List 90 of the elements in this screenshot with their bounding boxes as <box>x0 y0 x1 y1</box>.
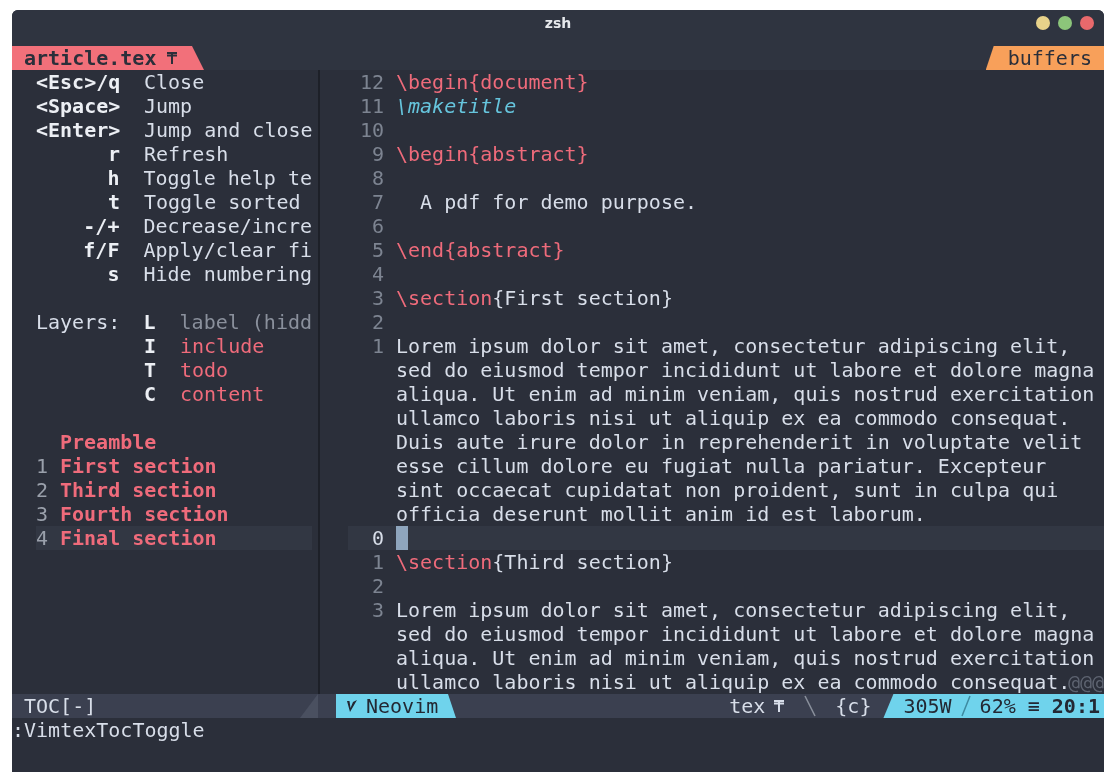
line-number: 2 <box>371 574 384 598</box>
key-label: L <box>143 310 156 334</box>
filetype-label: tex <box>729 694 766 718</box>
help-text: Toggle help te <box>143 166 312 190</box>
key-label: C <box>144 382 156 406</box>
buffers-tab[interactable]: buffers <box>985 46 1104 70</box>
close-button[interactable] <box>1080 16 1094 30</box>
line-number: 5 <box>371 238 384 262</box>
key-label: t <box>106 190 120 214</box>
help-text: Toggle sorted <box>144 190 301 214</box>
code-line: Duis aute irure dolor in reprehenderit in voluptate velit <box>396 430 1083 454</box>
tex-file-icon <box>773 699 786 713</box>
minimize-button[interactable] <box>1036 16 1050 30</box>
entry-number: 2 <box>36 478 49 502</box>
tex-file-icon <box>166 51 179 65</box>
line-number: 7 <box>371 190 384 214</box>
line-number: 8 <box>371 166 384 190</box>
key-label: r <box>106 142 120 166</box>
code-line: officia deserunt mollit anim id est laborum. <box>396 502 926 526</box>
window-title: zsh <box>544 14 572 33</box>
code-line: Lorem ipsum dolor sit amet, consectetur adipiscing elit, <box>396 598 1071 622</box>
file-tab[interactable]: article.tex <box>12 46 204 70</box>
code-line: Lorem ipsum dolor sit amet, consectetur adipiscing elit, <box>396 334 1071 358</box>
help-text: Jump and close <box>144 118 313 142</box>
v-icon <box>346 699 358 713</box>
mode-indicator: Neovim <box>336 694 456 718</box>
line-number: 11 <box>359 94 384 118</box>
line-number: 1 <box>371 550 384 574</box>
toc-entry[interactable]: Fourth section <box>60 502 229 526</box>
word-count: 305W <box>903 694 952 718</box>
code-line: ullamco laboris nisi ut aliquip ex ea commodo consequat. <box>396 406 1071 430</box>
toc-entry[interactable]: 4 Final section <box>36 526 312 550</box>
key-label: <Space> <box>36 94 120 118</box>
entry-number: 1 <box>36 454 49 478</box>
help-text: Hide numbering <box>143 262 312 286</box>
entry-number: 3 <box>36 502 49 526</box>
key-label: h <box>106 166 120 190</box>
code-line: aliqua. Ut enim ad minim veniam, quis nostrud exercitation <box>396 382 1095 406</box>
command-line[interactable]: :VimtexTocToggle <box>12 718 1104 742</box>
code-line: \begin{abstract} <box>396 142 589 166</box>
layer-name[interactable]: content <box>180 382 265 406</box>
code-line: aliqua. Ut enim ad minim veniam, quis nostrud exercitation <box>396 646 1095 670</box>
help-text: Jump <box>144 94 193 118</box>
code-line: A pdf for demo purpose. <box>419 190 698 214</box>
key-label: <Esc>/q <box>36 70 120 94</box>
overflow-mark: @@@ <box>1067 670 1104 694</box>
line-number: 9 <box>371 142 384 166</box>
line-icon: ≡ <box>1027 694 1040 718</box>
key-label: I <box>144 334 156 358</box>
text-cursor <box>396 526 408 550</box>
code-line: \end{abstract} <box>396 238 565 262</box>
code-line: \begin{document} <box>396 70 589 94</box>
key-label: s <box>106 262 120 286</box>
line-number: 12 <box>359 70 384 94</box>
entry-number: 4 <box>36 526 49 550</box>
line-number: 1 <box>371 334 384 358</box>
layer-name[interactable]: label (hidd <box>179 310 312 334</box>
help-text: Decrease/incre <box>143 214 312 238</box>
cursor-position: 20:1 <box>1050 694 1100 718</box>
scope-label: {c} <box>835 694 872 718</box>
toc-entry[interactable]: First section <box>60 454 217 478</box>
layer-name[interactable]: todo <box>180 358 229 382</box>
code-line: \section{Third section} <box>396 550 673 574</box>
key-label: f/F <box>82 238 120 262</box>
line-number: 2 <box>371 310 384 334</box>
key-label: <Enter> <box>36 118 120 142</box>
key-label: T <box>144 358 156 382</box>
code-line: sint occaecat cupidatat non proident, sunt in culpa qui <box>396 478 1059 502</box>
layer-name[interactable]: include <box>180 334 265 358</box>
maximize-button[interactable] <box>1058 16 1072 30</box>
line-number: 0 <box>371 526 384 550</box>
key-label: -/+ <box>82 214 120 238</box>
layers-label: Layers: <box>36 310 121 334</box>
percent-label: 62% <box>979 694 1016 718</box>
entry-title: Final section <box>60 526 217 550</box>
help-text: Close <box>144 70 205 94</box>
line-number: 3 <box>371 598 384 622</box>
line-number: 6 <box>371 214 384 238</box>
code-line: \maketitle <box>396 94 517 118</box>
code-line: sed do eiusmod tempor incididunt ut labore et dolore magna <box>396 358 1095 382</box>
line-number: 4 <box>371 262 384 286</box>
code-line: \section{First section} <box>396 286 673 310</box>
toc-entry[interactable]: Third section <box>60 478 217 502</box>
line-number: 3 <box>371 286 384 310</box>
line-number: 10 <box>359 118 384 142</box>
code-line: sed do eiusmod tempor incididunt ut labore et dolore magna <box>396 622 1095 646</box>
code-line: esse cillum dolore eu fugiat nulla pariatur. Excepteur <box>396 454 1047 478</box>
toc-entry[interactable]: Preamble <box>60 430 157 454</box>
help-text: Apply/clear fi <box>143 238 312 262</box>
help-text: Refresh <box>144 142 229 166</box>
